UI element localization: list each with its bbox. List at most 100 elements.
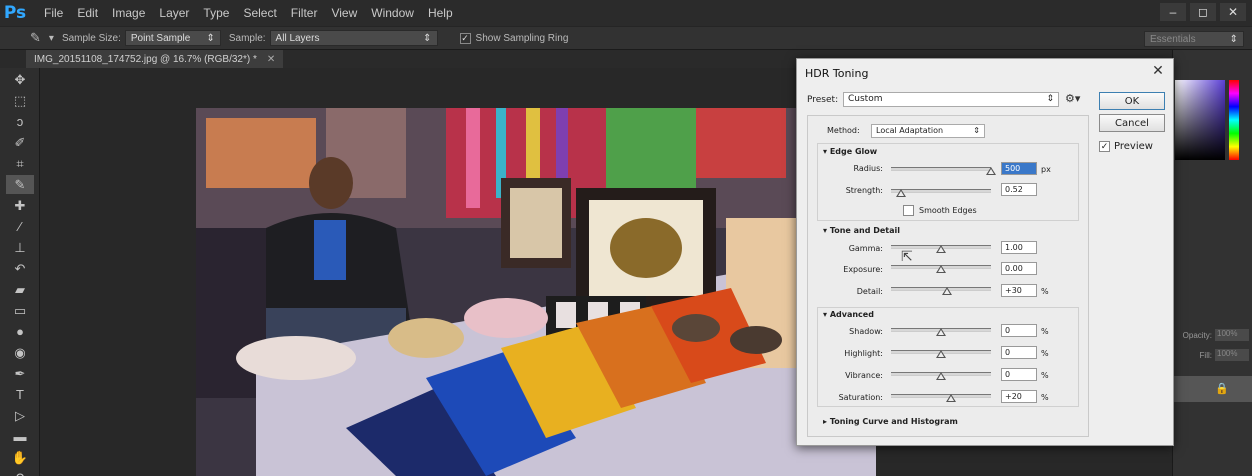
menu-help[interactable]: Help [428,6,453,20]
exposure-slider-thumb[interactable] [936,265,946,273]
exposure-field[interactable]: 0.00 [1001,262,1037,275]
shadow-field[interactable]: 0 [1001,324,1037,337]
right-panels: Opacity: 100% Fill: 100% 🔒 [1172,50,1252,476]
opacity-label: Opacity: [1182,330,1212,340]
path-select-tool-icon[interactable]: ▷ [6,406,34,425]
radius-slider[interactable] [891,167,996,175]
highlight-slider-thumb[interactable] [936,350,946,358]
menu-edit[interactable]: Edit [77,6,98,20]
preset-select[interactable]: Custom ⇕ [843,92,1059,107]
preview-checkbox[interactable]: ✓ Preview [1099,141,1153,152]
menu-filter[interactable]: Filter [291,6,318,20]
highlight-slider[interactable] [891,350,991,358]
opacity-field[interactable]: 100% [1215,329,1249,341]
document-tab[interactable]: IMG_20151108_174752.jpg @ 16.7% (RGB/32*… [26,50,284,68]
lasso-tool-icon[interactable]: ↄ [6,112,34,131]
close-window-button[interactable]: ✕ [1220,3,1246,21]
show-sampling-ring-checkbox[interactable]: ✓ [459,32,471,44]
saturation-slider-thumb[interactable] [946,394,956,402]
tool-preset-chevron-icon[interactable]: ▾ [49,33,54,44]
hand-tool-icon[interactable]: ✋ [6,448,34,467]
sample-select[interactable]: All Layers ⇕ [269,30,438,46]
healing-brush-tool-icon[interactable]: ✚ [6,196,34,215]
radius-label: Radius: [853,164,883,173]
move-tool-icon[interactable]: ✥ [6,70,34,89]
crop-tool-icon[interactable]: ⌗ [6,154,34,173]
detail-field[interactable]: +30 [1001,284,1037,297]
method-select[interactable]: Local Adaptation ⇕ [871,124,985,138]
preview-check-box[interactable]: ✓ [1099,141,1110,152]
gamma-field[interactable]: 1.00 [1001,241,1037,254]
select-arrows-icon: ⇕ [206,32,215,44]
gradient-tool-icon[interactable]: ▭ [6,301,34,320]
rectangle-tool-icon[interactable]: ▬ [6,427,34,446]
sample-size-select[interactable]: Point Sample ⇕ [124,30,221,46]
cancel-button[interactable]: Cancel [1099,114,1165,132]
shadow-slider[interactable] [891,328,991,336]
workspace-select[interactable]: Essentials ⇕ [1144,31,1244,47]
history-brush-tool-icon[interactable]: ↶ [6,259,34,278]
detail-unit: % [1041,287,1049,296]
menu-layer[interactable]: Layer [159,6,189,20]
strength-slider-thumb[interactable] [896,189,906,197]
maximize-button[interactable]: ◻ [1190,3,1216,21]
menu-file[interactable]: File [44,6,63,20]
menu-window[interactable]: Window [371,6,414,20]
close-icon[interactable]: ✕ [1149,63,1167,81]
gear-icon[interactable]: ⚙▾ [1065,92,1080,105]
eyedropper-icon[interactable]: ✎ [30,30,41,46]
vibrance-slider[interactable] [891,372,991,380]
vibrance-field[interactable]: 0 [1001,368,1037,381]
toning-curve-header[interactable]: ▸ Toning Curve and Histogram [823,417,958,426]
layer-row[interactable]: 🔒 [1173,376,1252,402]
menu-select[interactable]: Select [243,6,276,20]
color-picker-field[interactable] [1175,80,1225,160]
eraser-tool-icon[interactable]: ▰ [6,280,34,299]
marquee-tool-icon[interactable]: ⬚ [6,91,34,110]
hue-slider[interactable] [1229,80,1239,160]
shadow-slider-thumb[interactable] [936,328,946,336]
dodge-tool-icon[interactable]: ◉ [6,343,34,362]
smooth-edges-check-box[interactable] [903,205,914,216]
document-photo[interactable] [196,108,876,476]
sample-size-value: Point Sample [130,32,191,44]
tone-detail-header[interactable]: ▾ Tone and Detail [823,226,900,235]
dialog-title: HDR Toning [805,67,869,80]
advanced-header[interactable]: ▾ Advanced [823,310,874,319]
saturation-field[interactable]: +20 [1001,390,1037,403]
shadow-unit: % [1041,327,1049,336]
edge-glow-header[interactable]: ▾ Edge Glow [823,147,877,156]
ok-button[interactable]: OK [1099,92,1165,110]
detail-slider[interactable] [891,287,991,295]
gamma-label: Gamma: [848,244,883,253]
select-arrows-icon: ⇕ [1046,94,1054,104]
eyedropper-tool-icon[interactable]: ✎ [6,175,34,194]
close-tab-icon[interactable]: ✕ [267,54,275,65]
highlight-field[interactable]: 0 [1001,346,1037,359]
strength-field[interactable]: 0.52 [1001,183,1037,196]
fill-field[interactable]: 100% [1215,349,1249,361]
strength-slider[interactable] [891,189,991,197]
brush-tool-icon[interactable]: ∕ [6,217,34,236]
window-controls: – ◻ ✕ [1160,3,1246,21]
pen-tool-icon[interactable]: ✒ [6,364,34,383]
menu-image[interactable]: Image [112,6,145,20]
radius-slider-thumb[interactable] [986,167,996,175]
exposure-slider[interactable] [891,265,991,273]
detail-slider-thumb[interactable] [942,287,952,295]
mouse-cursor-icon: ⇱ [901,249,913,265]
clone-stamp-tool-icon[interactable]: ⊥ [6,238,34,257]
vibrance-slider-thumb[interactable] [936,372,946,380]
menu-view[interactable]: View [331,6,357,20]
preset-label: Preset: [807,95,839,105]
minimize-button[interactable]: – [1160,3,1186,21]
zoom-tool-icon[interactable]: ⚲ [6,469,34,476]
menu-type[interactable]: Type [203,6,229,20]
quick-select-tool-icon[interactable]: ✐ [6,133,34,152]
blur-tool-icon[interactable]: ● [6,322,34,341]
type-tool-icon[interactable]: T [6,385,34,404]
saturation-slider[interactable] [891,394,991,402]
radius-field[interactable]: 500 [1001,162,1037,175]
gamma-slider-thumb[interactable] [936,245,946,253]
smooth-edges-checkbox[interactable]: Smooth Edges [903,205,977,216]
